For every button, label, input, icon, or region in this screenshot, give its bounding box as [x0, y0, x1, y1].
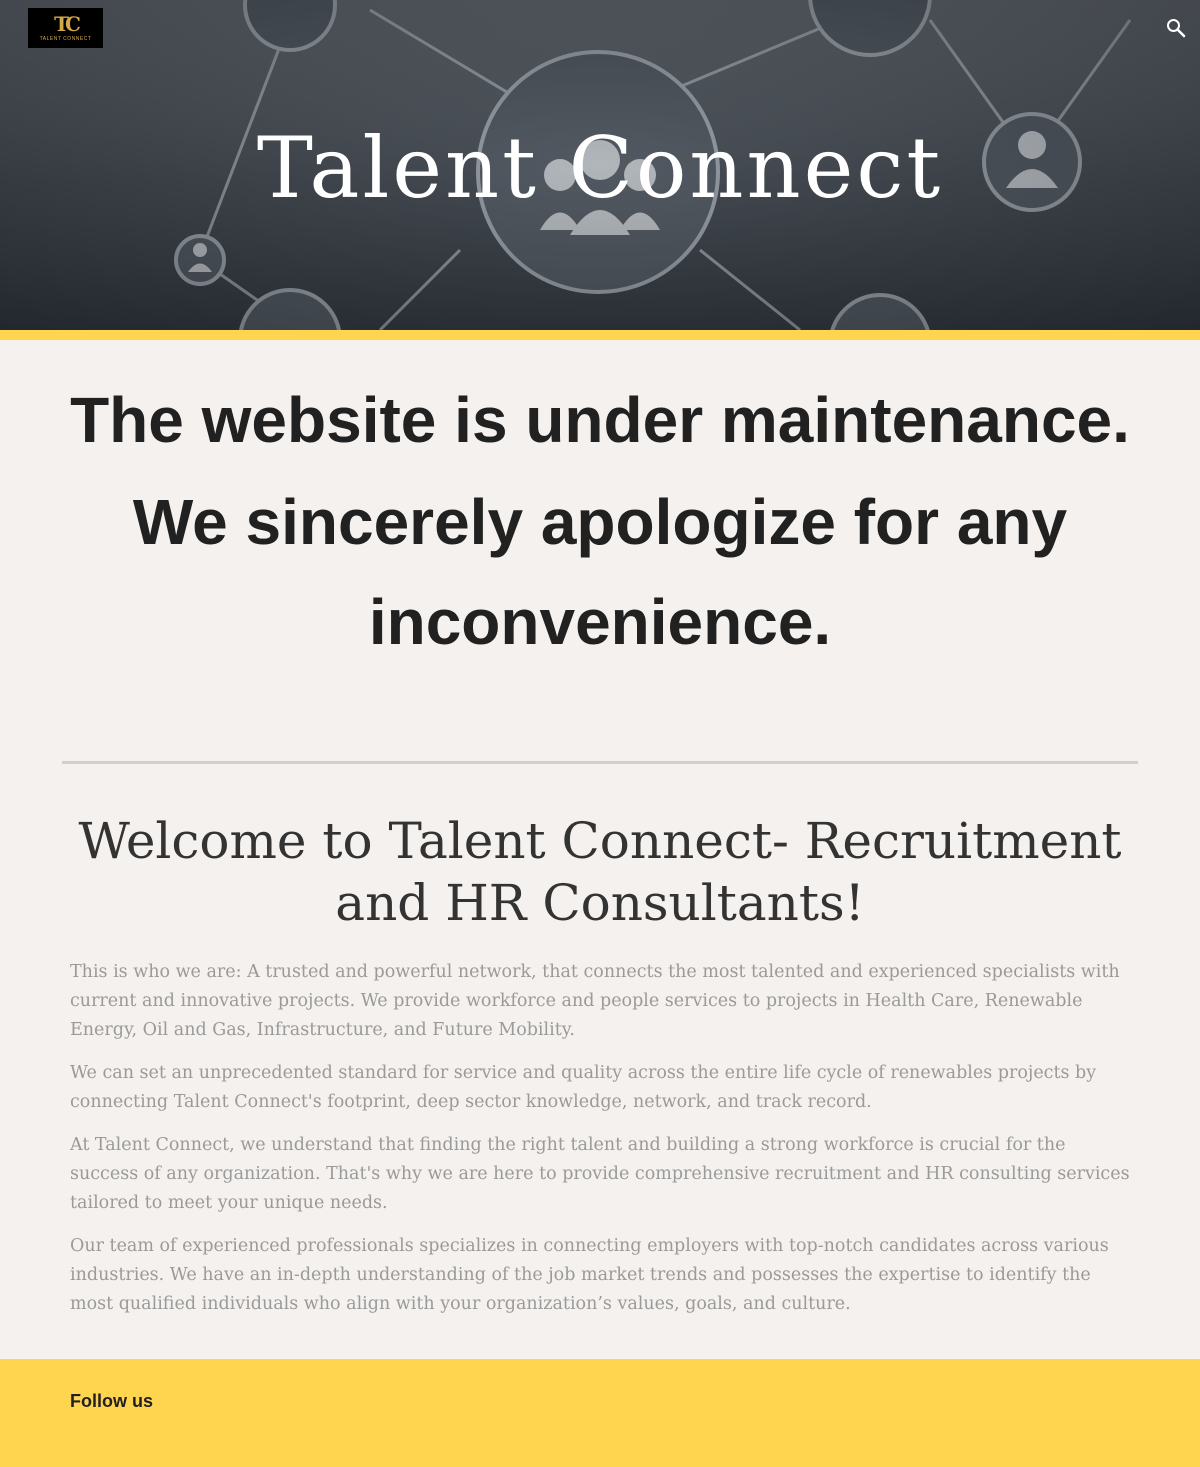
- about-section: This is who we are: A trusted and powerf…: [70, 958, 1130, 1333]
- maintenance-heading: The website is under maintenance.: [70, 384, 1130, 456]
- search-button[interactable]: [1164, 16, 1188, 40]
- talent-connect-logo[interactable]: TC TALENT CONNECT: [28, 8, 103, 48]
- footer: Follow us: [0, 1359, 1200, 1467]
- follow-us-label: Follow us: [70, 1391, 153, 1411]
- site-title: Talent Connect: [256, 119, 944, 217]
- about-paragraph: At Talent Connect, we understand that fi…: [70, 1135, 1130, 1213]
- apology-heading: We sincerely apologize for any inconveni…: [132, 486, 1068, 658]
- logo-text: TALENT CONNECT: [39, 36, 92, 42]
- welcome-heading: Welcome to Talent Connect- Recruitment a…: [78, 812, 1122, 932]
- accent-bar: [0, 330, 1200, 340]
- hero-banner: TC TALENT CONNECT Talent Connect: [0, 0, 1200, 330]
- search-icon: [1167, 19, 1186, 38]
- maintenance-notice: The website is under maintenance. We sin…: [60, 380, 1140, 672]
- about-paragraph: We can set an unprecedented standard for…: [70, 1063, 1097, 1112]
- section-divider: [62, 761, 1138, 764]
- about-paragraph: Our team of experienced professionals sp…: [70, 1236, 1109, 1314]
- about-paragraph: This is who we are: A trusted and powerf…: [70, 962, 1120, 1040]
- logo-mark: TC: [54, 12, 81, 36]
